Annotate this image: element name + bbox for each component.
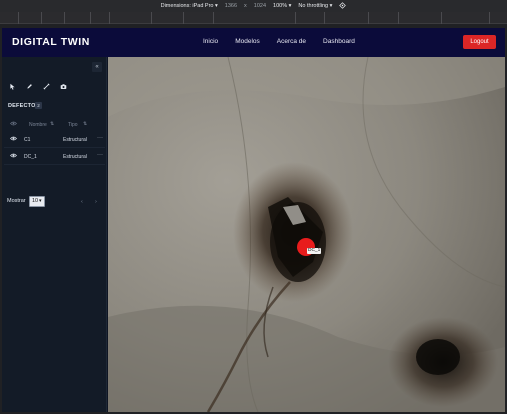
sort-name-icon[interactable]: ⇅ [50, 121, 54, 127]
defect-type: Estructural [63, 137, 87, 143]
nav-link-inicio[interactable]: Inicio [203, 38, 218, 45]
device-width[interactable]: 1366 [225, 3, 237, 9]
tool-bar [8, 82, 67, 90]
row-menu-icon[interactable]: ··· [97, 152, 103, 158]
defect-name: C1 [24, 137, 31, 143]
sort-type-icon[interactable]: ⇅ [83, 121, 87, 127]
chevron-down-icon: ▾ [39, 198, 42, 204]
defects-table-header: Nombre ⇅ Tipo ⇅ [4, 119, 105, 131]
table-row[interactable]: C1 Estructural ··· [4, 132, 105, 148]
nav-links: Inicio Modelos Acerca de Dashboard [203, 38, 372, 45]
device-height[interactable]: 1024 [254, 3, 266, 9]
devtools-toolbar: Dimensions: iPad Pro 1366 x 1024 100% No… [0, 0, 507, 12]
brand-logo[interactable]: DIGITAL TWIN [12, 36, 90, 48]
navbar: DIGITAL TWIN Inicio Modelos Acerca de Da… [2, 28, 505, 57]
page-size-select[interactable]: 10 ▾ [29, 196, 45, 207]
dimension-separator: x [244, 3, 247, 9]
defect-marker-label: DC_1 [307, 248, 322, 254]
model-viewer[interactable]: DC_1 [108, 57, 505, 412]
page-size-label: Mostrar [7, 198, 26, 204]
measure-icon[interactable] [42, 82, 50, 90]
defects-count-badge: 2 [35, 102, 42, 109]
logout-button[interactable]: Logout [463, 35, 496, 49]
table-row[interactable]: DC_1 Estructural ··· [4, 149, 105, 165]
device-dimensions-select[interactable]: Dimensions: iPad Pro [161, 3, 218, 9]
eye-icon[interactable] [10, 136, 17, 143]
page-size-value: 10 [32, 198, 39, 204]
throttling-select[interactable]: No throttling [298, 3, 332, 9]
column-header-name[interactable]: Nombre [29, 122, 47, 128]
column-header-type[interactable]: Tipo [68, 122, 78, 128]
eye-icon[interactable] [10, 153, 17, 160]
nav-link-acerca[interactable]: Acerca de [277, 38, 306, 45]
nav-link-modelos[interactable]: Modelos [235, 38, 260, 45]
nav-link-dashboard[interactable]: Dashboard [323, 38, 355, 45]
collapse-sidebar-button[interactable]: « [92, 62, 102, 72]
visibility-column-icon [10, 121, 17, 128]
pencil-icon[interactable] [25, 82, 33, 90]
camera-icon[interactable] [59, 82, 67, 90]
sidebar: « DEFECTOS 2 Nombre ⇅ Tipo ⇅ C1 Estructu… [2, 57, 107, 412]
row-menu-icon[interactable]: ··· [97, 135, 103, 141]
defect-name: DC_1 [24, 154, 37, 160]
app-frame: DIGITAL TWIN Inicio Modelos Acerca de Da… [2, 28, 505, 412]
cursor-icon[interactable] [8, 82, 16, 90]
zoom-select[interactable]: 100% [273, 3, 291, 9]
next-page-button[interactable]: › [95, 199, 97, 205]
rotate-icon[interactable] [339, 1, 347, 11]
defects-panel-header: DEFECTOS 2 [4, 97, 105, 117]
prev-page-button[interactable]: ‹ [81, 199, 83, 205]
device-ruler [0, 12, 507, 24]
surface-photo [108, 57, 505, 412]
defect-type: Estructural [63, 154, 87, 160]
